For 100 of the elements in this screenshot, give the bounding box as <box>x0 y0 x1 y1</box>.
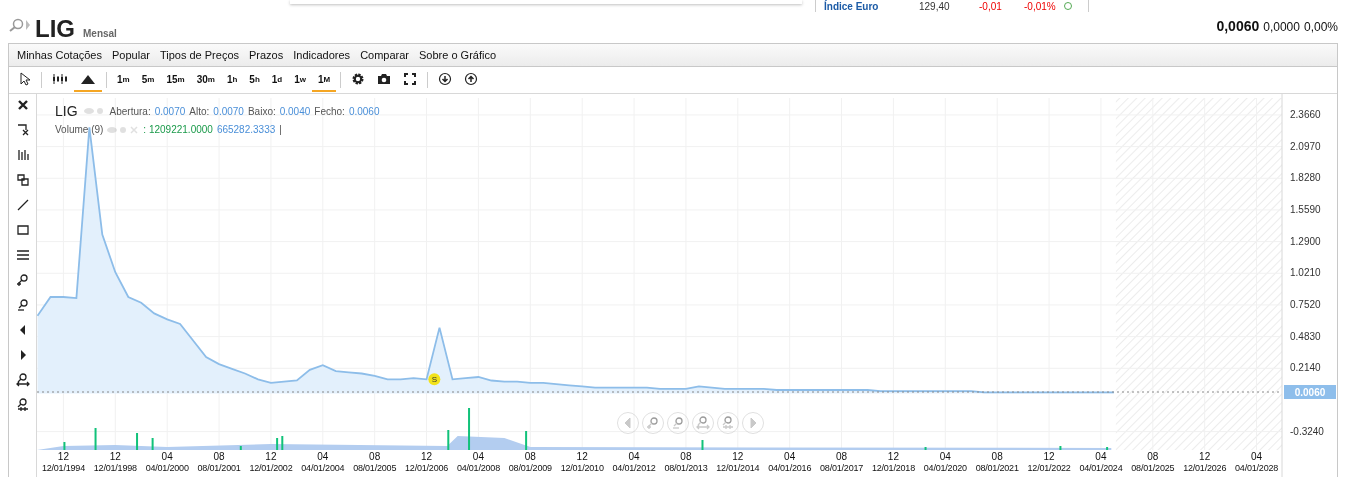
ticker-change-percent: -0,01% <box>1024 1 1057 12</box>
volume-value: : 1209221.0000 <box>143 124 213 135</box>
y-axis-label: -0.3240 <box>1290 425 1324 437</box>
legend-label: Abertura: <box>109 105 151 117</box>
menu-item[interactable]: Sobre o Gráfico <box>414 49 502 61</box>
volume-label: Volume (9) <box>55 124 104 135</box>
legend-value: 0.0070 <box>213 105 244 117</box>
x-axis-date: 04/01/2016 <box>768 463 812 473</box>
x-axis-date: 08/01/2001 <box>197 463 241 473</box>
split-marker[interactable]: S <box>428 373 441 386</box>
y-axis-label: 2.0970 <box>1290 140 1321 152</box>
x-axis-date: 08/01/2025 <box>1131 463 1175 473</box>
x-axis-date: 08/01/2005 <box>353 463 397 473</box>
y-axis-label: 0.2140 <box>1290 362 1321 374</box>
ticker-link[interactable]: Índice Euro <box>816 1 919 12</box>
x-axis-month: 04 <box>939 451 951 462</box>
x-axis-month: 04 <box>161 451 173 462</box>
annotation: S <box>431 375 437 385</box>
x-axis-month: 04 <box>784 451 796 462</box>
cloud-download-icon[interactable] <box>438 72 453 86</box>
legend-value: 0.0070 <box>154 105 186 117</box>
symbol-title: LIG <box>35 16 75 42</box>
x-axis-date: 12/01/2018 <box>871 463 915 473</box>
zoom-out-icon[interactable] <box>15 298 30 312</box>
x-axis-month: 12 <box>576 451 588 462</box>
x-axis-month: 12 <box>57 451 69 462</box>
menu-item[interactable]: Tipos de Preços <box>154 49 244 61</box>
pointer-icon[interactable] <box>19 72 31 86</box>
x-axis-date: 12/01/1994 <box>41 463 85 473</box>
x-axis-date: 04/01/2024 <box>1079 463 1123 473</box>
legend-label: Alto: <box>189 105 210 117</box>
search-icon[interactable] <box>9 18 25 32</box>
menu-item[interactable]: Comparar <box>355 49 415 61</box>
x-axis-date: 08/01/2017 <box>820 463 864 473</box>
x-axis-date: 08/01/2021 <box>975 463 1019 473</box>
x-axis-month: 12 <box>421 451 433 462</box>
x-axis-date: 04/01/2028 <box>1235 463 1279 473</box>
text-cursor: | <box>279 124 282 135</box>
x-axis-date: 08/01/2009 <box>508 463 552 473</box>
price-change-percent: 0,00% <box>1303 20 1338 34</box>
x-axis-month: 08 <box>213 451 225 462</box>
y-axis-label: 2.3660 <box>1290 108 1321 120</box>
ticker-price: 129,40 <box>919 1 951 12</box>
horizontal-lines-icon[interactable] <box>15 248 30 262</box>
menu-item[interactable]: Indicadores <box>288 49 356 61</box>
x-axis-date: 04/01/2004 <box>301 463 345 473</box>
x-axis-date: 04/01/2008 <box>456 463 500 473</box>
overlapping-squares-icon[interactable] <box>15 173 30 187</box>
y-axis-label: 0.7520 <box>1290 298 1321 310</box>
x-axis-month: 12 <box>109 451 121 462</box>
x-axis-month: 04 <box>1095 451 1107 462</box>
legend-value: 0.0040 <box>279 105 311 117</box>
close-icon[interactable] <box>15 98 30 112</box>
clear-drawings-icon[interactable] <box>15 123 30 137</box>
x-axis-date: 08/01/2013 <box>664 463 708 473</box>
magnifier-plus-icon[interactable] <box>15 398 30 412</box>
x-axis-month: 12 <box>732 451 744 462</box>
x-axis-date: 04/01/2000 <box>145 463 189 473</box>
rectangle-tool-icon[interactable] <box>15 223 30 237</box>
settings-icon[interactable] <box>351 72 366 86</box>
area-chart-icon <box>80 73 96 85</box>
legend-symbol: LIG <box>55 103 78 119</box>
x-axis-month: 08 <box>991 451 1003 462</box>
x-axis-month: 12 <box>887 451 899 462</box>
price-tag: 0.0060 <box>1284 385 1336 399</box>
x-axis-month: 08 <box>1147 451 1159 462</box>
line-tool-icon[interactable] <box>15 198 30 212</box>
x-axis-month: 12 <box>1043 451 1055 462</box>
ticker-change: -0,01 <box>979 1 1003 12</box>
price-change: 0,0000 <box>1263 20 1300 34</box>
x-axis-month: 08 <box>836 451 848 462</box>
y-axis-label: 1.8280 <box>1290 172 1321 184</box>
x-axis-month: 04 <box>628 451 640 462</box>
x-axis-date: 12/01/2002 <box>249 463 293 473</box>
y-axis-label: 1.0210 <box>1290 267 1321 279</box>
x-axis-date: 12/01/2010 <box>560 463 604 473</box>
cloud-upload-icon[interactable] <box>464 72 479 86</box>
magnifier-arrows-icon[interactable] <box>15 373 30 387</box>
x-axis-month: 12 <box>265 451 277 462</box>
x-axis-date: 12/01/2014 <box>716 463 760 473</box>
x-axis-month: 04 <box>472 451 484 462</box>
zoom-in-icon[interactable] <box>15 273 30 287</box>
y-axis-label: 1.5590 <box>1290 203 1321 215</box>
menu-item[interactable]: Popular <box>107 49 155 61</box>
legend-label: Baixo: <box>247 105 276 117</box>
fullscreen-icon[interactable] <box>403 72 418 86</box>
x-axis-month: 12 <box>1199 451 1211 462</box>
bars-icon[interactable] <box>15 148 30 162</box>
x-axis-date: 04/01/2012 <box>612 463 656 473</box>
volume-average: 665282.3333 <box>216 124 276 135</box>
x-axis-month: 04 <box>1251 451 1263 462</box>
x-axis-month: 08 <box>369 451 381 462</box>
last-price: 0,0060 <box>1216 18 1260 34</box>
x-axis-date: 12/01/2022 <box>1027 463 1071 473</box>
legend-label: Fecho: <box>314 105 345 117</box>
menu-item[interactable]: Minhas Cotações <box>12 49 107 61</box>
camera-icon[interactable] <box>377 72 392 86</box>
x-axis-month: 08 <box>680 451 692 462</box>
menu-item[interactable]: Prazos <box>244 49 289 61</box>
y-axis-label: 1.2900 <box>1290 235 1321 247</box>
